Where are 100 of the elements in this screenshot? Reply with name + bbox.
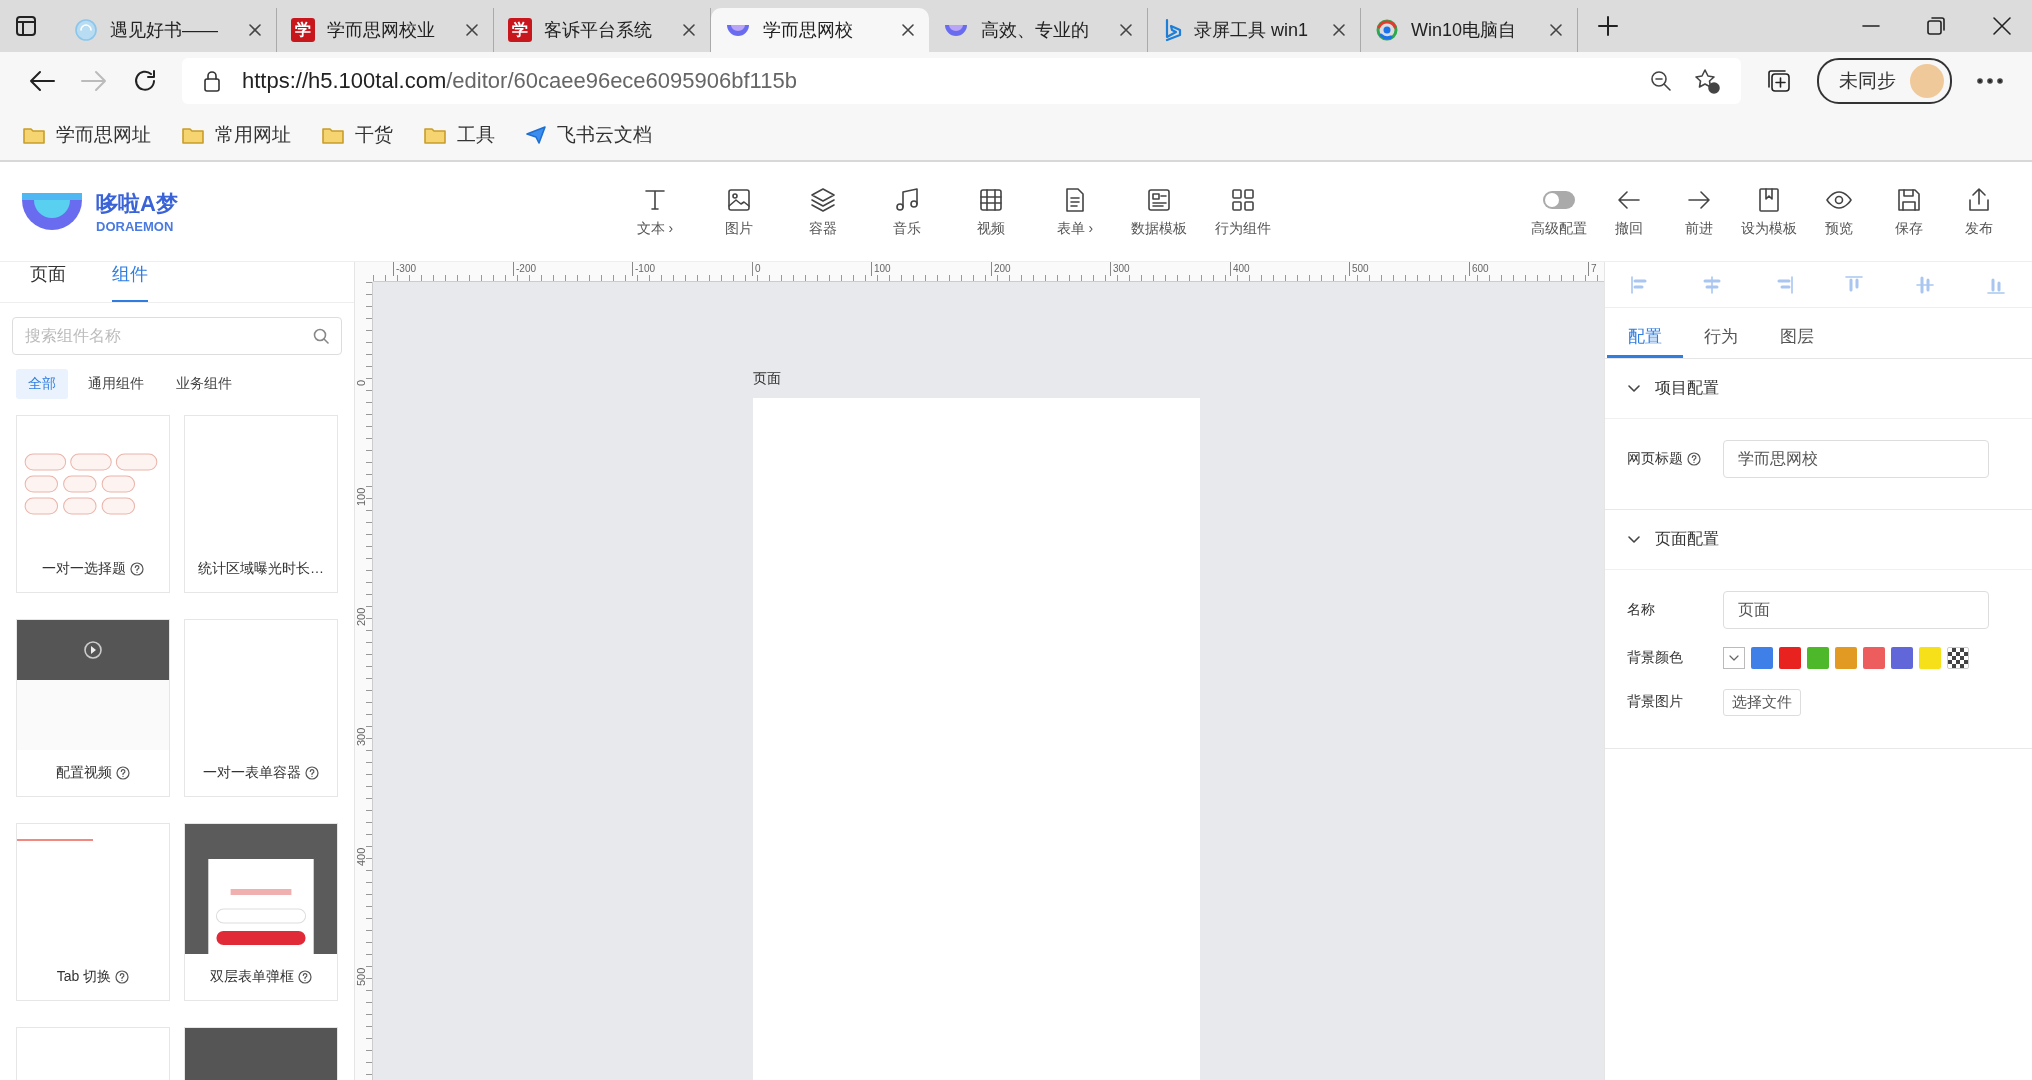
paper-plane-icon [525,125,547,145]
close-icon [1549,23,1563,37]
color-picker-button[interactable] [1723,647,1745,669]
color-swatch[interactable] [1779,647,1801,669]
close-icon [465,23,479,37]
filter-tab[interactable]: 通用组件 [76,369,156,399]
tab-title: 学而思网校业 [327,19,436,42]
minimize-button[interactable] [1862,25,1880,27]
panel-tab[interactable]: 页面 [30,262,66,302]
bookmark[interactable]: 飞书云文档 [525,122,652,148]
avatar [1910,64,1944,98]
search-field[interactable]: 搜索组件名称 [12,317,342,355]
panel-tab[interactable]: 行为 [1683,318,1759,358]
text-field[interactable]: 页面 [1723,591,1989,629]
color-swatch[interactable] [1751,647,1773,669]
forward-button[interactable] [80,69,108,93]
panel-tab[interactable]: 图层 [1759,318,1835,358]
toolbar-button[interactable]: 保存 [1876,185,1942,238]
color-swatch[interactable] [1835,647,1857,669]
search-icon [312,327,330,345]
toolbar-button[interactable]: 视频 [956,185,1026,238]
profile-button[interactable]: 未同步 [1817,58,1952,104]
toolbar-button[interactable]: 文本 › [620,185,690,238]
color-swatch[interactable] [1807,647,1829,669]
bookmark[interactable]: 干货 [321,122,393,148]
toolbar-button[interactable]: 设为模板 [1736,185,1802,238]
panel-tab[interactable]: 配置 [1607,318,1683,358]
caret-icon [1729,655,1739,661]
ruler-label: 500 [356,967,367,986]
ruler-label: 100 [356,487,367,506]
back-button[interactable] [28,69,56,93]
music-note-icon [893,185,921,214]
ruler-label: 600 [1469,262,1489,276]
choose-file-button[interactable]: 选择文件 [1723,688,1801,716]
url-text: https://h5.100tal.com/editor/60caee96ece6095906bf115b [242,68,798,94]
toolbar-button[interactable]: 预览 [1806,185,1872,238]
more-icon [1976,77,2004,85]
component-card[interactable]: 一对一选择题 [16,415,170,593]
toolbar-button[interactable]: 前进 [1666,185,1732,238]
component-card[interactable]: 配置视频 [16,619,170,797]
toolbar-button[interactable]: 撤回 [1596,185,1662,238]
tab-title: 录屏工具 win1 [1194,19,1310,42]
toolbar-button[interactable]: 音乐 [872,185,942,238]
folder-icon [321,125,345,145]
toggle-switch[interactable] [1543,190,1575,209]
panel-tab[interactable]: 组件 [112,262,148,302]
color-swatch[interactable] [1919,647,1941,669]
close-icon [248,23,262,37]
address-bar[interactable]: https://h5.100tal.com/editor/60caee96ece6095906bf115b [182,58,1741,104]
bookmark[interactable]: 工具 [423,122,495,148]
toolbar-button[interactable]: 高级配置 [1526,185,1592,238]
close-icon [682,23,696,37]
swirl-icon [74,18,98,42]
back-arrow-icon [28,69,56,93]
play-icon [83,640,103,660]
section-header[interactable]: 页面配置 [1605,510,2032,570]
folder-icon [423,125,447,145]
zoom-out-icon [1649,69,1673,93]
close-window-button[interactable] [1992,16,2012,36]
component-card[interactable]: 一对一表单容器 [184,619,338,797]
browser-tab[interactable]: 学而思网校 [711,8,929,52]
transparent-swatch[interactable] [1947,647,1969,669]
logo-subtitle: DORAEMON [96,219,175,234]
component-name: 一对一表单容器 [203,764,301,782]
app-icon: 学 [508,18,532,42]
toolbar-button[interactable]: 发布 [1946,185,2012,238]
component-name: 配置视频 [56,764,112,782]
reload-button[interactable] [132,68,158,94]
tab-title: Win10电脑自 [1411,19,1518,42]
text-field[interactable]: 学而思网校 [1723,440,1989,478]
field-label: 网页标题 [1627,450,1683,468]
restore-button[interactable] [1926,16,1946,36]
toolbar-button[interactable]: 数据模板 [1124,185,1194,238]
component-card[interactable]: 双层表单弹框 [184,823,338,1001]
bookmark[interactable]: 常用网址 [181,122,291,148]
bookmark[interactable]: 学而思网址 [22,122,151,148]
forward-arrow-icon [80,69,108,93]
filter-tab[interactable]: 全部 [16,369,68,399]
ruler-label: 0 [356,379,367,386]
new-tab-button[interactable] [1596,14,1620,38]
toolbar-button[interactable]: 图片 [704,185,774,238]
toolbar-button[interactable]: 容器 [788,185,858,238]
close-icon [1332,23,1346,37]
logo-name: 哆啦A梦 [96,190,178,218]
close-icon [1992,16,2012,36]
sidebar-toggle-icon [14,14,38,38]
ruler-label: 400 [356,847,367,866]
field-label: 背景图片 [1627,693,1683,711]
color-swatch[interactable] [1863,647,1885,669]
lock-icon [202,69,222,93]
field-label: 背景颜色 [1627,649,1683,667]
filter-tab[interactable]: 业务组件 [164,369,244,399]
ruler-label: 300 [1110,262,1130,276]
toolbar-button[interactable]: 表单 › [1040,185,1110,238]
color-swatch[interactable] [1891,647,1913,669]
layers-icon [809,185,837,214]
component-card[interactable]: 统计区域曝光时长… [184,415,338,593]
toolbar-button[interactable]: 行为组件 [1208,185,1278,238]
section-header[interactable]: 项目配置 [1605,359,2032,419]
component-card[interactable]: Tab 切换 [16,823,170,1001]
